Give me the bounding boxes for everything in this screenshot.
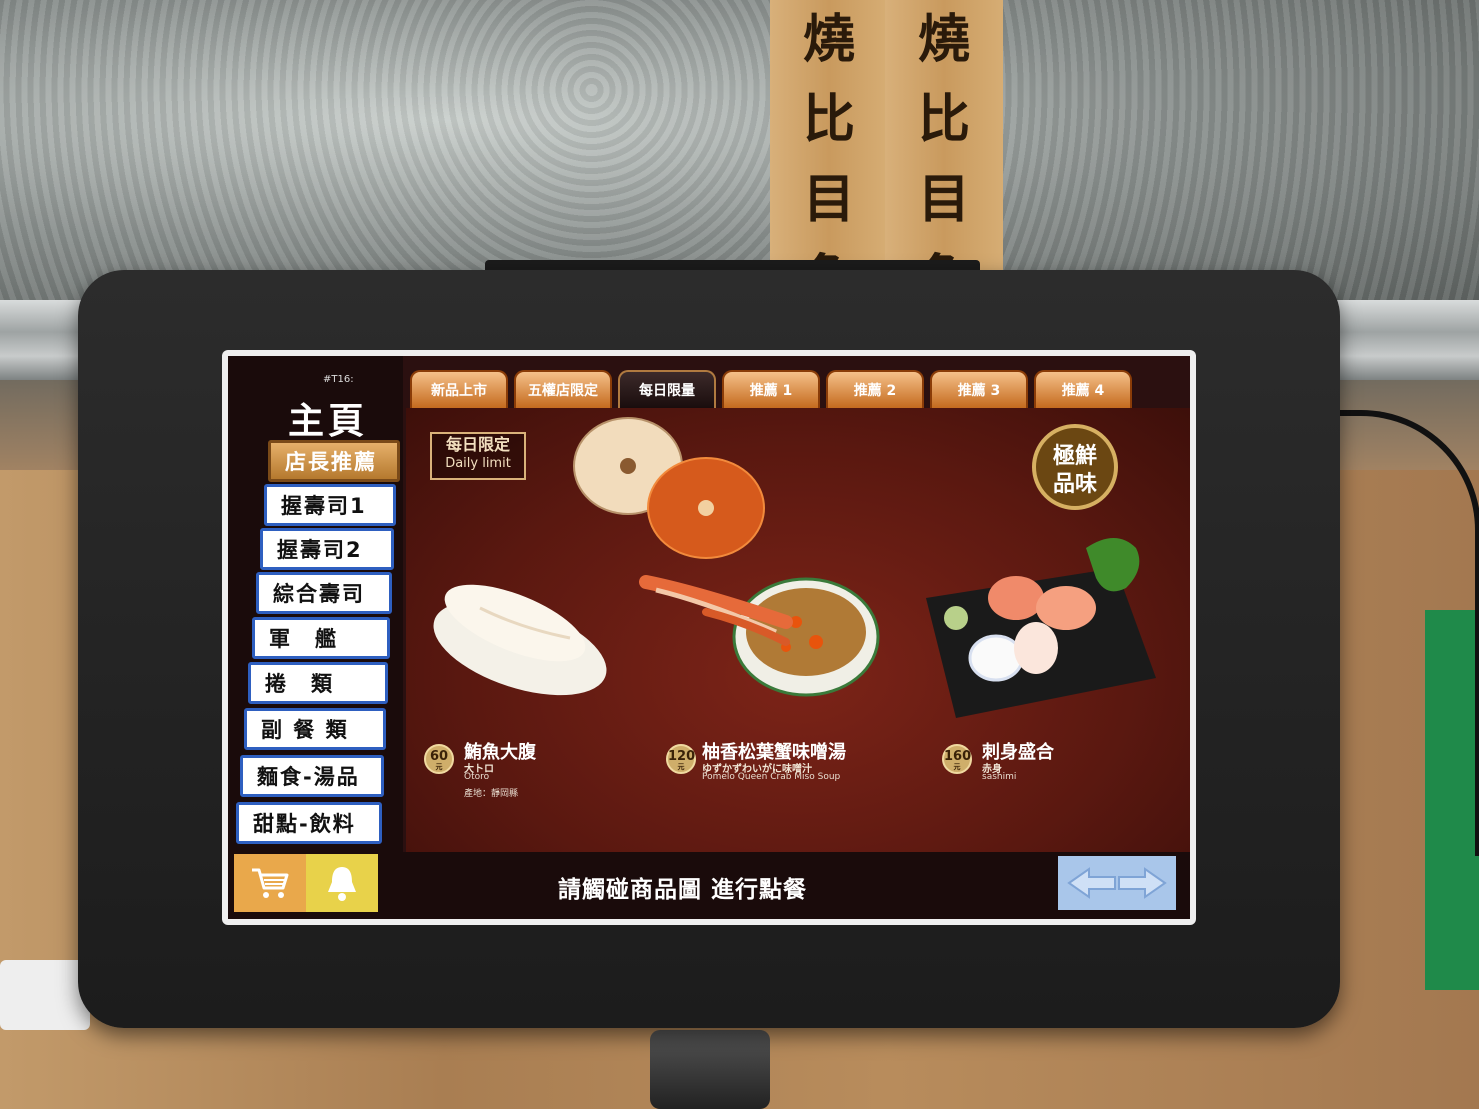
price-badge-otoro: 60 元 xyxy=(424,744,454,774)
tab-new-arrivals[interactable]: 新品上市 xyxy=(410,370,508,408)
price-badge-crab-soup: 120 元 xyxy=(666,744,696,774)
tab-store-exclusive[interactable]: 五權店限定 xyxy=(514,370,612,408)
cart-button[interactable] xyxy=(234,854,306,912)
menu-panel: 每日限定 Daily limit 極鮮品味 60 元 鮪魚大腹 大トロ Otor… xyxy=(406,408,1190,852)
power-socket xyxy=(0,960,90,1030)
daily-limit-zh: 每日限定 xyxy=(445,435,510,454)
call-staff-button[interactable] xyxy=(306,854,378,912)
sidebar-item-manager-recommend[interactable]: 店長推薦 xyxy=(268,440,400,482)
fresh-badge-text: 極鮮品味 xyxy=(1052,443,1097,497)
tab-recommend-4[interactable]: 推薦 4 xyxy=(1034,370,1132,408)
tab-recommend-2[interactable]: 推薦 2 xyxy=(826,370,924,408)
menu-item-sashimi-platter[interactable]: 160 元 刺身盛合 赤身 sashimi xyxy=(916,528,1186,848)
wooden-sign-right: 燒比目魚 xyxy=(885,0,1003,310)
page-nav-button[interactable] xyxy=(1058,856,1176,910)
tablet-stand xyxy=(650,1030,770,1109)
item-name-en: Pomelo Queen Crab Miso Soup xyxy=(702,772,841,782)
sidebar-item-gunkan[interactable]: 軍 艦 xyxy=(252,617,390,659)
sidebar-item-dessert-drinks[interactable]: 甜點-飲料 xyxy=(236,802,382,844)
tab-recommend-1[interactable]: 推薦 1 xyxy=(722,370,820,408)
sidebar-item-nigiri-2[interactable]: 握壽司2 xyxy=(260,528,394,570)
table-number: #T16: xyxy=(323,374,354,385)
item-name-en: sashimi xyxy=(982,772,1017,782)
price-badge-sashimi: 160 元 xyxy=(942,744,972,774)
item-origin: 產地：靜岡縣 xyxy=(464,789,519,799)
touch-hint: 請觸碰商品圖 進行點餐 xyxy=(558,877,808,903)
menu-item-otoro[interactable]: 60 元 鮪魚大腹 大トロ Otoro 產地：靜岡縣 xyxy=(406,548,636,848)
premium-freshness-badge: 極鮮品味 xyxy=(1032,424,1118,510)
left-right-arrows-icon xyxy=(1067,867,1167,899)
decorative-mushrooms xyxy=(573,417,765,559)
sidebar-item-nigiri-1[interactable]: 握壽司1 xyxy=(264,484,396,526)
tablet-screen: #T16: 主頁 店長推薦 握壽司1 握壽司2 綜合壽司 軍 艦 捲 類 副 餐… xyxy=(222,350,1196,925)
background-window xyxy=(0,0,1479,300)
otoro-sushi-image[interactable] xyxy=(420,568,620,708)
menu-item-crab-miso-soup[interactable]: 120 元 柚香松葉蟹味噌湯 ゆずかずわいがに味噌汁 Pomelo Queen C… xyxy=(636,548,906,848)
cart-icon xyxy=(252,868,289,898)
sidebar-item-rolls[interactable]: 捲 類 xyxy=(248,662,388,704)
home-button[interactable]: 主頁 xyxy=(288,392,368,444)
crab-miso-soup-image[interactable] xyxy=(636,562,896,712)
daily-limit-en: Daily limit xyxy=(445,456,511,471)
sidebar-item-noodles-soup[interactable]: 麵食-湯品 xyxy=(240,755,384,797)
sashimi-platter-image[interactable] xyxy=(916,528,1176,728)
tab-daily-limited[interactable]: 每日限量 xyxy=(618,370,716,408)
ordering-app: #T16: 主頁 店長推薦 握壽司1 握壽司2 綜合壽司 軍 艦 捲 類 副 餐… xyxy=(228,356,1190,919)
tab-recommend-3[interactable]: 推薦 3 xyxy=(930,370,1028,408)
sidebar-item-assorted-sushi[interactable]: 綜合壽司 xyxy=(256,572,392,614)
category-sidebar: #T16: 主頁 店長推薦 握壽司1 握壽司2 綜合壽司 軍 艦 捲 類 副 餐… xyxy=(228,356,403,919)
sidebar-item-side-dishes[interactable]: 副 餐 類 xyxy=(244,708,386,750)
bell-icon xyxy=(328,867,356,901)
daily-limit-badge: 每日限定 Daily limit xyxy=(430,432,526,480)
item-name-en: Otoro xyxy=(464,772,490,782)
bottom-bar: 請觸碰商品圖 進行點餐 xyxy=(378,852,1190,919)
wooden-sign-left: 燒比目魚 xyxy=(770,0,888,310)
